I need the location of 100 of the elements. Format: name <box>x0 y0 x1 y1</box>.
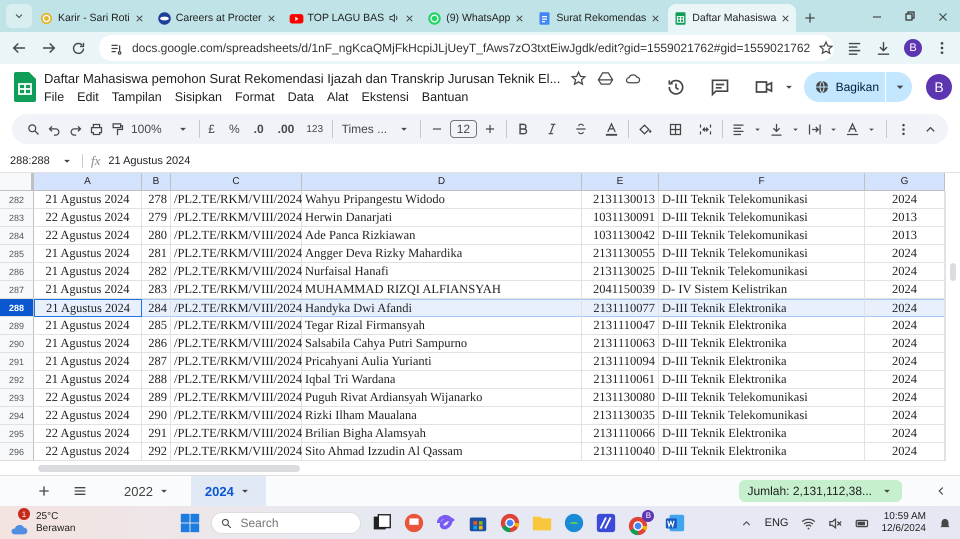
clock-date[interactable]: 12/6/2024 <box>882 523 926 535</box>
browser-icon[interactable] <box>499 512 522 534</box>
row-header[interactable]: 288 <box>0 299 34 317</box>
row-header[interactable]: 286 <box>0 263 34 281</box>
spreadsheet-logo-icon[interactable] <box>14 72 36 102</box>
speaker-icon[interactable] <box>388 12 400 24</box>
paint-roller-icon[interactable] <box>110 122 125 136</box>
language-indicator[interactable]: ENG <box>764 517 788 529</box>
row-header[interactable]: 295 <box>0 425 34 443</box>
increase-decimal-button[interactable]: .00 <box>278 122 294 136</box>
column-header[interactable]: F <box>659 173 865 191</box>
browser-tab[interactable]: TOP LAGU BAS <box>284 4 420 32</box>
close-icon[interactable] <box>404 12 416 24</box>
sum-button[interactable]: Jumlah: 2,131,112,38... <box>739 480 902 502</box>
sheet-tab[interactable]: 2022 <box>110 476 185 506</box>
currency-button[interactable]: £ <box>208 122 215 136</box>
decrease-decimal-button[interactable]: .0 <box>254 122 264 136</box>
menu-item[interactable]: Edit <box>77 90 106 104</box>
row-header[interactable]: 290 <box>0 335 34 353</box>
row-header[interactable]: 296 <box>0 443 34 461</box>
menu-item[interactable]: Sisipkan <box>174 90 229 104</box>
bookmark-star-icon[interactable] <box>818 40 834 56</box>
globe-icon[interactable] <box>814 79 830 95</box>
clock-time[interactable]: 10:59 AM <box>884 511 926 523</box>
percent-button[interactable]: % <box>228 122 240 136</box>
row-header[interactable]: 292 <box>0 371 34 389</box>
column-header[interactable]: B <box>142 173 171 191</box>
row-header[interactable]: 285 <box>0 245 34 263</box>
design-app-icon[interactable] <box>595 512 618 534</box>
table-cell: Puguh Rivat Ardiansyah Wijanarko <box>302 389 582 407</box>
sheet-tab[interactable]: 2024 <box>190 476 266 506</box>
row-header[interactable]: 284 <box>0 227 34 245</box>
print-icon[interactable] <box>89 122 104 136</box>
merge-cells-icon[interactable] <box>698 122 713 136</box>
table-cell: 2131130025 <box>582 263 659 281</box>
text-color-icon[interactable] <box>604 122 619 136</box>
column-header[interactable]: C <box>171 173 302 191</box>
formula-field[interactable]: 21 Agustus 2024 <box>108 155 190 167</box>
menu-item[interactable]: File <box>44 90 72 104</box>
menu-item[interactable]: Format <box>234 90 282 104</box>
close-icon[interactable] <box>650 12 662 24</box>
menu-item[interactable]: Alat <box>326 90 356 104</box>
close-icon[interactable] <box>134 12 145 24</box>
search-icon[interactable] <box>220 517 234 530</box>
muted-speaker-icon[interactable] <box>828 516 842 530</box>
browser-tab[interactable]: Karir - Sari Roti <box>34 4 150 32</box>
profile-avatar[interactable]: B <box>904 39 922 57</box>
comment-icon[interactable] <box>710 77 730 97</box>
menu-item[interactable]: Bantuan <box>422 90 476 104</box>
history-icon[interactable] <box>666 77 686 97</box>
table-cell: 291 <box>142 425 171 443</box>
text-wrap-icon[interactable] <box>807 122 822 136</box>
row-header[interactable]: 289 <box>0 317 34 335</box>
column-header[interactable]: A <box>34 173 142 191</box>
browser-tab[interactable]: Careers at Procter <box>152 4 282 32</box>
row-header[interactable]: 283 <box>0 209 34 227</box>
column-header[interactable]: E <box>582 173 659 191</box>
row-header[interactable]: 291 <box>0 353 34 371</box>
column-header[interactable]: G <box>865 173 945 191</box>
menu-item[interactable]: Data <box>288 90 321 104</box>
close-icon[interactable] <box>514 12 526 24</box>
download-icon[interactable] <box>875 40 892 56</box>
share-button[interactable]: Bagikan <box>804 72 912 102</box>
start-icon[interactable] <box>179 512 202 534</box>
presentation-app-icon[interactable] <box>403 512 426 534</box>
name-box[interactable]: 288:288 <box>10 155 50 167</box>
browser-tab[interactable]: Surat Rekomendas <box>532 4 666 32</box>
profile-avatar[interactable]: B <box>926 74 952 100</box>
row-header[interactable]: 293 <box>0 389 34 407</box>
font-dropdown[interactable]: Times ... <box>342 122 412 136</box>
menu-item[interactable]: Ekstensi <box>362 90 416 104</box>
search-field[interactable]: Search <box>211 512 362 534</box>
wifi-icon[interactable] <box>800 516 816 530</box>
browser-tab[interactable]: (9) WhatsApp <box>422 4 530 32</box>
strikethrough-icon[interactable] <box>574 122 588 136</box>
scrollbar-thumb[interactable] <box>38 464 300 472</box>
font-size-field[interactable]: 12 <box>450 120 478 138</box>
text-rotation-icon[interactable] <box>845 122 860 136</box>
table-cell: Brilian Bigha Alamsyah <box>302 425 582 443</box>
document-title[interactable]: Daftar Mahasiswa pemohon Surat Rekomendasi Ijazah dan Transkrip Jurusan Teknik El... <box>44 71 560 86</box>
search-icon[interactable] <box>26 122 41 136</box>
star-icon[interactable] <box>570 70 588 87</box>
number-format-button[interactable]: 123 <box>306 124 324 134</box>
borders-icon[interactable] <box>668 122 683 136</box>
fill-color-icon[interactable] <box>637 122 652 136</box>
column-header[interactable]: D <box>302 173 582 191</box>
browser-tab[interactable]: Daftar Mahasiswa <box>668 4 796 32</box>
row-header[interactable]: 294 <box>0 407 34 425</box>
scrollbar-thumb[interactable] <box>950 263 956 281</box>
word-processor-icon[interactable] <box>664 512 686 534</box>
restore-icon[interactable] <box>904 10 916 22</box>
address-bar[interactable]: docs.google.com/spreadsheets/d/1nF_ngKcaQMjFkHcpiJLjUeyT_fAws7zO3txtEiwJgdk/edit?gid=1559021762#gid=1559021762 <box>99 35 834 61</box>
align-icon[interactable] <box>731 122 746 136</box>
zoom-dropdown[interactable]: 100% <box>131 122 190 136</box>
row-header[interactable]: 287 <box>0 281 34 299</box>
close-icon[interactable] <box>266 12 277 24</box>
row-header[interactable]: 282 <box>0 191 34 209</box>
vertical-align-icon[interactable] <box>769 122 784 136</box>
menu-item[interactable]: Tampilan <box>112 90 169 104</box>
close-icon[interactable] <box>780 12 792 24</box>
